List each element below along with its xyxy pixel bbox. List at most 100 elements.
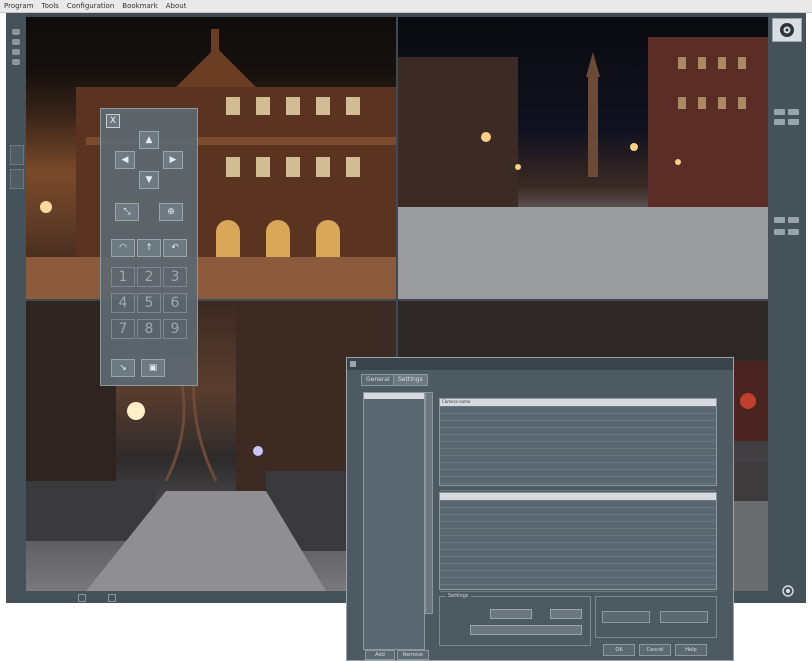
- menu-bookmark[interactable]: Bookmark: [118, 2, 161, 10]
- side-tab[interactable]: [10, 169, 24, 189]
- list-item[interactable]: [364, 560, 424, 567]
- list-item[interactable]: [364, 399, 424, 406]
- list-item[interactable]: [364, 525, 424, 532]
- table-row[interactable]: [440, 469, 716, 476]
- table-row[interactable]: [440, 427, 716, 434]
- camera-view-2[interactable]: [398, 17, 768, 299]
- list-item[interactable]: [364, 539, 424, 546]
- table-row[interactable]: [440, 476, 716, 483]
- preset-button-4[interactable]: 4: [111, 293, 135, 313]
- list-item[interactable]: [364, 511, 424, 518]
- table-row[interactable]: [440, 483, 716, 490]
- table-row[interactable]: [440, 577, 716, 584]
- menu-tools[interactable]: Tools: [38, 2, 63, 10]
- preset-set-button[interactable]: ↘: [111, 359, 135, 377]
- list-item[interactable]: [364, 574, 424, 581]
- list-item[interactable]: [364, 420, 424, 427]
- table-row[interactable]: [440, 406, 716, 413]
- tab-settings[interactable]: Settings: [393, 374, 428, 386]
- list-item[interactable]: [364, 462, 424, 469]
- list-item[interactable]: [364, 567, 424, 574]
- list-item[interactable]: [364, 448, 424, 455]
- list-item[interactable]: [364, 483, 424, 490]
- ok-button[interactable]: OK: [603, 644, 635, 656]
- action-button[interactable]: [602, 611, 650, 623]
- action-button[interactable]: [660, 611, 708, 623]
- layout-button[interactable]: [788, 109, 799, 115]
- toolbar-icon[interactable]: [12, 29, 20, 35]
- camera-view-1[interactable]: [26, 17, 396, 299]
- input-field[interactable]: [490, 609, 532, 619]
- table-row[interactable]: [440, 500, 716, 507]
- table-row[interactable]: [440, 521, 716, 528]
- table-row[interactable]: [440, 507, 716, 514]
- list-item[interactable]: [364, 504, 424, 511]
- menu-about[interactable]: About: [162, 2, 191, 10]
- list-item[interactable]: [364, 595, 424, 602]
- zoom-out-button[interactable]: ⤡: [115, 203, 139, 221]
- list-item[interactable]: [364, 553, 424, 560]
- list-item[interactable]: [364, 602, 424, 609]
- list-item[interactable]: [364, 581, 424, 588]
- layout-button[interactable]: [774, 109, 785, 115]
- toolbar-icon[interactable]: [12, 59, 20, 65]
- toolbar-icon[interactable]: [12, 49, 20, 55]
- cancel-button[interactable]: Cancel: [639, 644, 671, 656]
- focus-far-button[interactable]: ↶: [163, 239, 187, 257]
- list-item[interactable]: [364, 406, 424, 413]
- layout-button[interactable]: [774, 119, 785, 125]
- list-item[interactable]: [364, 497, 424, 504]
- list-item[interactable]: [364, 588, 424, 595]
- table-row[interactable]: [440, 462, 716, 469]
- list-item[interactable]: [364, 469, 424, 476]
- table-row[interactable]: [440, 584, 716, 591]
- list-item[interactable]: [364, 546, 424, 553]
- tab-general[interactable]: General: [361, 374, 395, 386]
- pan-right-button[interactable]: ▶: [163, 151, 183, 169]
- menu-program[interactable]: Program: [0, 2, 38, 10]
- camera-properties-table[interactable]: Camera name: [439, 398, 717, 512]
- focus-auto-button[interactable]: ↑: [137, 239, 161, 257]
- table-row[interactable]: [440, 570, 716, 577]
- table-row[interactable]: [440, 448, 716, 455]
- pan-left-button[interactable]: ◀: [115, 151, 135, 169]
- menu-configuration[interactable]: Configuration: [63, 2, 118, 10]
- preset-button-5[interactable]: 5: [137, 293, 161, 313]
- preset-button-6[interactable]: 6: [163, 293, 187, 313]
- list-item[interactable]: [364, 609, 424, 616]
- table-row[interactable]: [440, 563, 716, 570]
- input-field[interactable]: [550, 609, 582, 619]
- status-icon[interactable]: [78, 594, 86, 602]
- input-field[interactable]: [470, 625, 582, 635]
- table-row[interactable]: [440, 455, 716, 462]
- help-button[interactable]: Help: [675, 644, 707, 656]
- table-row[interactable]: [440, 535, 716, 542]
- list-item[interactable]: [364, 413, 424, 420]
- camera-view-3[interactable]: [26, 301, 396, 591]
- table-row[interactable]: [440, 434, 716, 441]
- table-row[interactable]: [440, 556, 716, 563]
- table-row[interactable]: [440, 514, 716, 521]
- status-icon[interactable]: [108, 594, 116, 602]
- camera-list[interactable]: [363, 392, 425, 650]
- preset-button-2[interactable]: 2: [137, 267, 161, 287]
- camera-details-table[interactable]: [439, 492, 717, 592]
- list-item[interactable]: [364, 518, 424, 525]
- list-item[interactable]: [364, 434, 424, 441]
- table-row[interactable]: [440, 542, 716, 549]
- list-item[interactable]: [364, 427, 424, 434]
- list-scrollbar[interactable]: [425, 392, 433, 614]
- preset-button-9[interactable]: 9: [163, 319, 187, 339]
- preset-save-button[interactable]: ▣: [141, 359, 165, 377]
- focus-near-button[interactable]: ◠: [111, 239, 135, 257]
- list-item[interactable]: [364, 476, 424, 483]
- list-item[interactable]: [364, 490, 424, 497]
- table-row[interactable]: [440, 528, 716, 535]
- layout-button[interactable]: [788, 119, 799, 125]
- layout-button[interactable]: [788, 217, 799, 223]
- preset-button-7[interactable]: 7: [111, 319, 135, 339]
- power-icon[interactable]: [782, 585, 794, 597]
- layout-button[interactable]: [774, 229, 785, 235]
- close-button[interactable]: X: [106, 114, 120, 128]
- table-row[interactable]: [440, 549, 716, 556]
